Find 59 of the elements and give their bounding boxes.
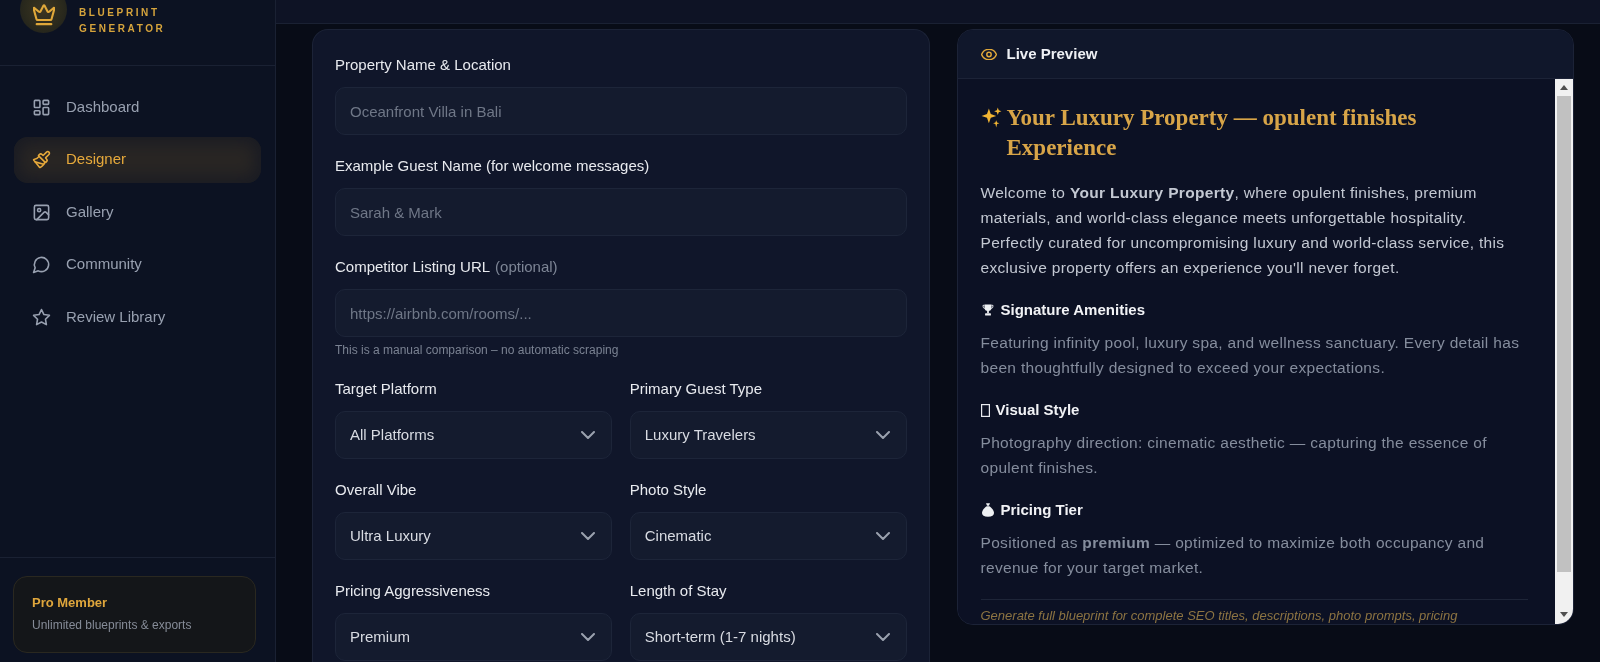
money-bag-icon bbox=[980, 503, 995, 517]
preview-heading: Your Luxury Property — opulent finishes Experience bbox=[1006, 104, 1418, 162]
grid-icon bbox=[32, 97, 51, 117]
field-label: Competitor Listing URL bbox=[335, 257, 491, 277]
intro-paragraph: Welcome to Your Luxury Property, where opulent finishes, premium materials, and world-class elegance meets unforgettable hospitality. Perfectly curated for uncompromising luxury and world-class service, this exclusive property offers an experience you'll never forget. bbox=[980, 183, 1506, 278]
caret-up-icon bbox=[1560, 85, 1568, 90]
paintbrush-icon bbox=[32, 150, 51, 169]
dropdown[interactable]: Luxury Travelers bbox=[629, 411, 907, 459]
chevron-down-icon bbox=[875, 431, 890, 439]
scrollbar-thumb[interactable] bbox=[1557, 96, 1571, 572]
rectangle-icon bbox=[980, 403, 990, 417]
section-text: Photography direction: cinematic aesthetic — capturing the essence of opulent finishes. bbox=[980, 433, 1488, 478]
dropdown[interactable]: Ultra Luxury bbox=[335, 512, 612, 560]
input-field[interactable]: Sarah & Mark bbox=[335, 188, 907, 236]
field-label: Photo Style bbox=[629, 480, 708, 500]
section-text: Featuring infinity pool, luxury spa, and wellness sanctuary. Every detail has been thoughtfully designed to exceed your expectations. bbox=[980, 333, 1521, 378]
section-text: Positioned as premium — optimized to maximize both occupancy and revenue for your target market. bbox=[980, 533, 1486, 578]
app-tagline: BLUEPRINT GENERATOR bbox=[79, 6, 167, 36]
section-heading: Visual Style bbox=[995, 400, 1080, 420]
field-label: Target Platform bbox=[335, 379, 438, 399]
dropdown[interactable]: Premium bbox=[335, 613, 612, 661]
field-label: Overall Vibe bbox=[335, 480, 418, 500]
membership-title: Pro Member bbox=[32, 594, 109, 612]
dropdown[interactable]: Short-term (1-7 nights) bbox=[629, 613, 907, 661]
membership-text: Unlimited blueprints & exports bbox=[32, 617, 193, 633]
nav-item[interactable]: Dashboard bbox=[14, 84, 261, 130]
section-heading: Signature Amenities bbox=[1000, 300, 1145, 320]
dropdown[interactable]: All Platforms bbox=[335, 411, 612, 459]
trophy-icon bbox=[980, 303, 995, 317]
field-label: Pricing Aggressiveness bbox=[335, 581, 492, 601]
panel-title: Live Preview bbox=[1006, 43, 1098, 64]
caret-down-icon bbox=[1560, 612, 1568, 617]
chevron-down-icon bbox=[875, 532, 890, 540]
chevron-down-icon bbox=[580, 633, 595, 641]
chevron-down-icon bbox=[580, 532, 595, 540]
star-icon bbox=[32, 307, 51, 327]
sparkles-icon bbox=[980, 107, 1002, 128]
eye-icon bbox=[980, 48, 997, 60]
speech-bubble-icon bbox=[32, 255, 51, 274]
input-field[interactable]: https://airbnb.com/rooms/... bbox=[335, 289, 907, 337]
optional-note: (optional) bbox=[495, 257, 558, 277]
chevron-down-icon bbox=[580, 431, 595, 439]
field-label: Length of Stay bbox=[629, 581, 728, 601]
chevron-down-icon bbox=[875, 633, 890, 641]
scrollbar[interactable] bbox=[1555, 79, 1573, 624]
section-heading: Pricing Tier bbox=[1000, 500, 1083, 520]
dropdown[interactable]: Cinematic bbox=[629, 512, 907, 560]
help-text: This is a manual comparison – no automatic scraping bbox=[335, 342, 620, 358]
nav-item[interactable]: Review Library bbox=[14, 294, 261, 340]
footer-note: Generate full blueprint for complete SEO titles, descriptions, photo prompts, pricing bbox=[980, 607, 1459, 624]
nav-item[interactable]: Designer bbox=[14, 136, 261, 183]
nav-item[interactable]: Gallery bbox=[14, 189, 261, 235]
crown-icon bbox=[20, 0, 67, 33]
field-label: Primary Guest Type bbox=[629, 379, 764, 399]
nav-item[interactable]: Community bbox=[14, 241, 261, 288]
input-field[interactable]: Oceanfront Villa in Bali bbox=[335, 87, 907, 135]
field-label: Example Guest Name (for welcome messages) bbox=[335, 156, 651, 176]
image-icon bbox=[32, 202, 51, 222]
field-label: Property Name & Location bbox=[335, 55, 512, 75]
